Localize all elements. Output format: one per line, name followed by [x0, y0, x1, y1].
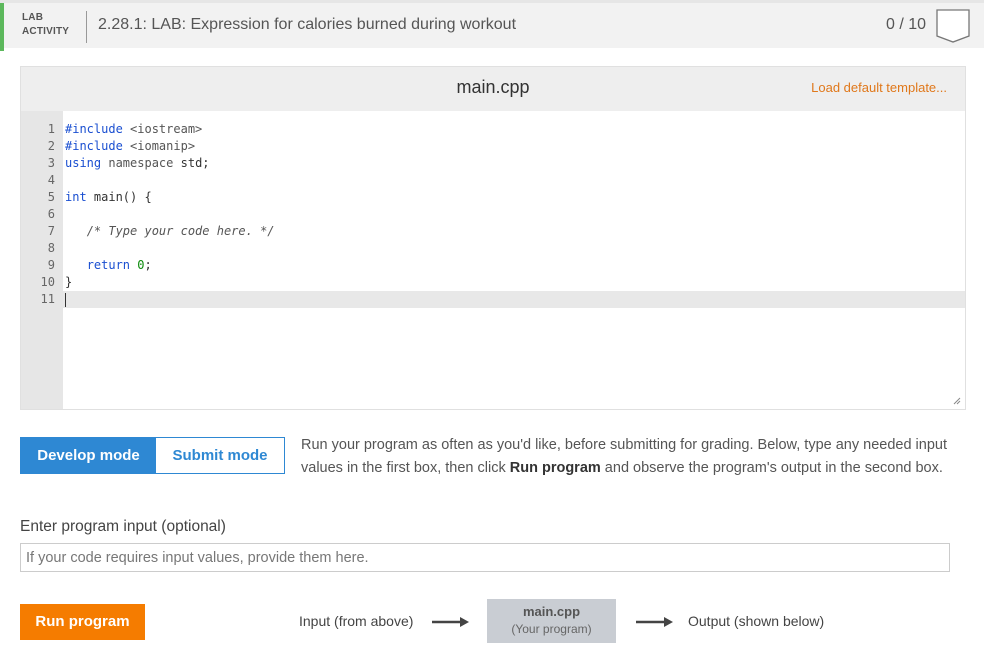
program-input-label: Enter program input (optional) [20, 518, 226, 535]
develop-mode-button[interactable]: Develop mode [21, 438, 156, 473]
line-number: 9 [47, 258, 55, 272]
load-default-template-link[interactable]: Load default template... [811, 80, 947, 95]
code-text: using namespace std; [65, 156, 210, 170]
activity-tag: LAB ACTIVITY [22, 11, 69, 39]
header-divider [86, 11, 87, 43]
code-editor[interactable]: main.cpp Load default template... 1 #incl… [20, 66, 966, 410]
mode-description-text: and observe the program's output in the … [600, 459, 943, 476]
code-text: #include <iostream> [65, 122, 203, 136]
code-text: return 0; [86, 258, 152, 272]
code-text: } [65, 275, 73, 289]
lab-header: LAB ACTIVITY 2.28.1: LAB: Expression for… [0, 0, 984, 51]
flow-input-label: Input (from above) [299, 613, 414, 629]
editor-toolbar: main.cpp Load default template... [21, 67, 965, 111]
program-sub: (Your program) [511, 622, 592, 636]
text-cursor [65, 292, 66, 307]
activity-tag-line1: LAB [22, 12, 44, 23]
line-number: 1 [47, 122, 55, 136]
code-line: 4 [21, 172, 965, 189]
code-line: 9 return 0; [21, 257, 965, 274]
code-area[interactable]: 1 #include <iostream> 2 #include <iomanip>… [21, 121, 965, 308]
arrow-right-icon [432, 617, 469, 627]
line-number: 10 [40, 275, 55, 289]
code-line: 6 [21, 206, 965, 223]
mode-description-bold: Run program [509, 459, 601, 476]
resize-grip-icon[interactable] [953, 397, 961, 405]
score-text: 0 / 10 [886, 16, 927, 33]
program-name: main.cpp [522, 604, 581, 619]
score-badge-icon [936, 9, 970, 43]
code-line-active: 11 [21, 291, 965, 308]
code-line: 8 [21, 240, 965, 257]
run-program-button[interactable]: Run program [20, 604, 145, 640]
line-number: 6 [47, 207, 55, 221]
code-text: int main() { [65, 190, 152, 204]
code-text: /* Type your code here. */ [86, 224, 275, 238]
line-number: 8 [47, 241, 55, 255]
mode-description: Run your program as often as you'd like,… [301, 434, 966, 479]
line-number: 3 [47, 156, 55, 170]
flow-output-label: Output (shown below) [688, 613, 825, 629]
header-accent-bar [0, 3, 4, 51]
line-number: 11 [40, 292, 55, 306]
program-input-field[interactable] [20, 543, 950, 572]
code-line: 10} [21, 274, 965, 291]
code-line: 5 int main() { [21, 189, 965, 206]
mode-toggle: Develop mode Submit mode [20, 437, 285, 474]
arrow-right-icon [636, 617, 673, 627]
submit-mode-button[interactable]: Submit mode [156, 438, 284, 473]
line-number: 5 [47, 190, 55, 204]
lab-title: 2.28.1: LAB: Expression for calories bur… [98, 16, 517, 33]
activity-tag-line2: ACTIVITY [22, 26, 70, 37]
code-line: 1 #include <iostream> [21, 121, 965, 138]
code-line: 3 using namespace std; [21, 155, 965, 172]
program-box: main.cpp (Your program) [487, 599, 616, 643]
line-number: 7 [47, 224, 55, 238]
code-line: 2 #include <iomanip> [21, 138, 965, 155]
code-line: 7 /* Type your code here. */ [21, 223, 965, 240]
code-text: #include <iomanip> [65, 139, 196, 153]
line-number: 4 [47, 173, 55, 187]
line-number: 2 [47, 139, 55, 153]
